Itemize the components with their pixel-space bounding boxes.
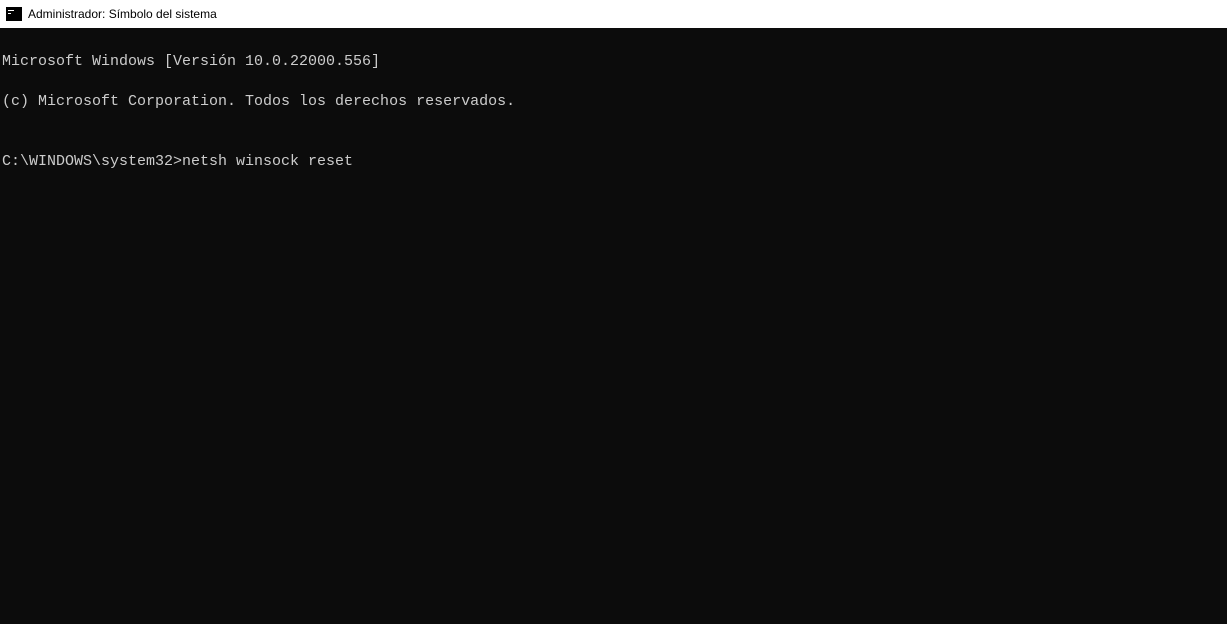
window-title: Administrador: Símbolo del sistema [28, 7, 217, 21]
command-line: C:\WINDOWS\system32>netsh winsock reset [2, 152, 1225, 172]
cmd-icon [6, 7, 22, 21]
command-input[interactable]: netsh winsock reset [182, 152, 353, 172]
copyright-line: (c) Microsoft Corporation. Todos los der… [2, 92, 1225, 112]
prompt-path: C:\WINDOWS\system32> [2, 152, 182, 172]
terminal-output[interactable]: Microsoft Windows [Versión 10.0.22000.55… [0, 28, 1227, 624]
version-line: Microsoft Windows [Versión 10.0.22000.55… [2, 52, 1225, 72]
window-title-bar[interactable]: Administrador: Símbolo del sistema [0, 0, 1227, 28]
